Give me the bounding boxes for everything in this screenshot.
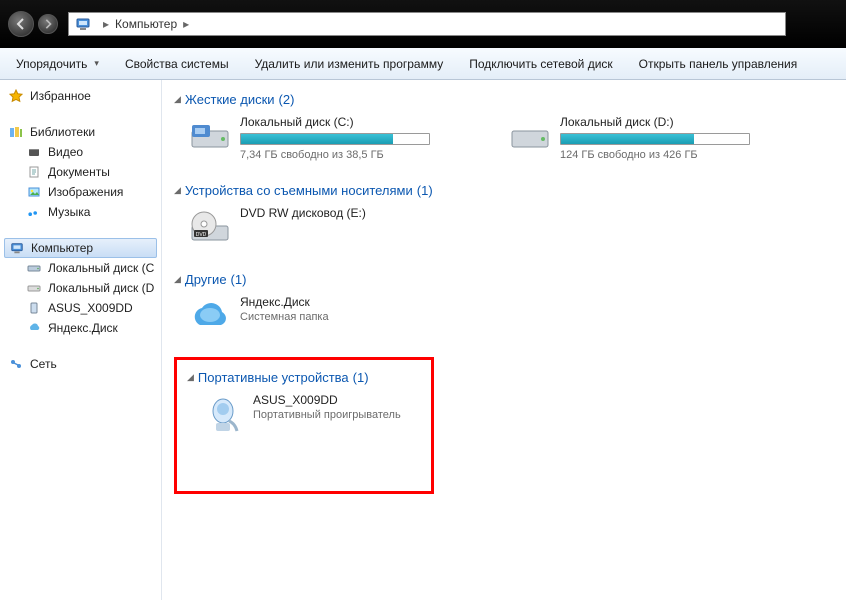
nav-forward-button[interactable] — [38, 14, 58, 34]
section-count: (1) — [231, 272, 247, 287]
hard-drive-icon — [188, 115, 232, 159]
section-other: ◢ Другие (1) Яндекс.Диск Системная папка — [174, 268, 834, 343]
sidebar-library-music[interactable]: Музыка — [0, 202, 161, 222]
section-header[interactable]: ◢ Устройства со съемными носителями (1) — [174, 179, 834, 202]
navigation-pane: Избранное Библиотеки Видео Документы Изо… — [0, 80, 162, 600]
svg-text:DVD: DVD — [196, 232, 207, 238]
collapse-icon: ◢ — [187, 372, 194, 383]
drive-yandex[interactable]: Яндекс.Диск Системная папка — [184, 291, 464, 343]
sidebar-libraries[interactable]: Библиотеки — [0, 122, 161, 142]
sidebar-label: Изображения — [48, 185, 123, 199]
libraries-icon — [8, 124, 24, 140]
sidebar-drive-asus[interactable]: ASUS_X009DD — [0, 298, 161, 318]
drive-name: Локальный диск (D:) — [560, 115, 750, 129]
section-title: Жесткие диски — [185, 92, 275, 107]
music-icon — [26, 204, 42, 220]
drive-c[interactable]: Локальный диск (C:) 7,34 ГБ свободно из … — [184, 111, 464, 165]
section-title: Другие — [185, 272, 227, 287]
sidebar-label: Избранное — [30, 89, 91, 103]
open-control-panel-button[interactable]: Открыть панель управления — [629, 53, 808, 75]
sidebar-library-pictures[interactable]: Изображения — [0, 182, 161, 202]
cloud-folder-icon — [188, 295, 232, 339]
drive-name: Локальный диск (C:) — [240, 115, 430, 129]
sidebar-drive-d[interactable]: Локальный диск (D — [0, 278, 161, 298]
section-count: (1) — [353, 370, 369, 385]
capacity-bar — [240, 133, 430, 145]
drive-free-text: 124 ГБ свободно из 426 ГБ — [560, 149, 750, 161]
video-icon — [26, 144, 42, 160]
sidebar-favorites[interactable]: Избранное — [0, 86, 161, 106]
section-count: (1) — [417, 183, 433, 198]
documents-icon — [26, 164, 42, 180]
cloud-icon — [26, 320, 42, 336]
collapse-icon: ◢ — [174, 274, 181, 285]
chevron-right-icon[interactable]: ▸ — [177, 17, 195, 31]
window-titlebar: ▸ Компьютер ▸ — [0, 0, 846, 48]
map-network-drive-button[interactable]: Подключить сетевой диск — [459, 53, 622, 75]
collapse-icon: ◢ — [174, 94, 181, 105]
portable-player-icon — [201, 393, 245, 437]
section-header[interactable]: ◢ Другие (1) — [174, 268, 834, 291]
section-hard-drives: ◢ Жесткие диски (2) Локальный диск (C:) … — [174, 88, 834, 165]
drive-icon — [26, 280, 42, 296]
sidebar-label: Видео — [48, 145, 83, 159]
drive-d[interactable]: Локальный диск (D:) 124 ГБ свободно из 4… — [504, 111, 784, 165]
system-properties-button[interactable]: Свойства системы — [115, 53, 239, 75]
section-header[interactable]: ◢ Жесткие диски (2) — [174, 88, 834, 111]
section-count: (2) — [279, 92, 295, 107]
section-portable: ◢ Портативные устройства (1) ASUS_X009DD… — [187, 366, 421, 441]
titlebar-extra — [798, 4, 838, 44]
nav-back-button[interactable] — [8, 11, 34, 37]
sidebar-label: Сеть — [30, 357, 57, 371]
star-icon — [8, 88, 24, 104]
sidebar-label: Библиотеки — [30, 125, 95, 139]
sidebar-library-documents[interactable]: Документы — [0, 162, 161, 182]
capacity-bar — [560, 133, 750, 145]
content-pane: ◢ Жесткие диски (2) Локальный диск (C:) … — [162, 80, 846, 600]
sidebar-label: Локальный диск (C — [48, 261, 154, 275]
command-bar: Упорядочить Свойства системы Удалить или… — [0, 48, 846, 80]
drive-name: Яндекс.Диск — [240, 295, 329, 309]
computer-icon — [9, 240, 25, 256]
drive-icon — [26, 260, 42, 276]
sidebar-label: Документы — [48, 165, 110, 179]
device-subtitle: Портативный проигрыватель — [253, 409, 401, 421]
chevron-right-icon[interactable]: ▸ — [97, 17, 115, 31]
sidebar-library-video[interactable]: Видео — [0, 142, 161, 162]
collapse-icon: ◢ — [174, 185, 181, 196]
sidebar-yandex-disk[interactable]: Яндекс.Диск — [0, 318, 161, 338]
section-removable: ◢ Устройства со съемными носителями (1) … — [174, 179, 834, 254]
drive-subtitle: Системная папка — [240, 311, 329, 323]
sidebar-network[interactable]: Сеть — [0, 354, 161, 374]
hard-drive-icon — [508, 115, 552, 159]
sidebar-drive-c[interactable]: Локальный диск (C — [0, 258, 161, 278]
drive-dvd[interactable]: DVD DVD RW дисковод (E:) — [184, 202, 464, 254]
address-bar[interactable]: ▸ Компьютер ▸ — [68, 12, 786, 36]
section-title: Устройства со съемными носителями — [185, 183, 413, 198]
device-icon — [26, 300, 42, 316]
device-asus[interactable]: ASUS_X009DD Портативный проигрыватель — [197, 389, 405, 441]
sidebar-label: Компьютер — [31, 241, 93, 255]
highlight-rectangle: ◢ Портативные устройства (1) ASUS_X009DD… — [174, 357, 434, 494]
device-name: ASUS_X009DD — [253, 393, 401, 407]
drive-name: DVD RW дисковод (E:) — [240, 206, 366, 220]
sidebar-label: Яндекс.Диск — [48, 321, 118, 335]
computer-icon — [73, 14, 93, 34]
dvd-drive-icon: DVD — [188, 206, 232, 250]
section-header[interactable]: ◢ Портативные устройства (1) — [187, 366, 421, 389]
network-icon — [8, 356, 24, 372]
app-icon-1 — [798, 4, 838, 44]
sidebar-label: Локальный диск (D — [48, 281, 154, 295]
drive-free-text: 7,34 ГБ свободно из 38,5 ГБ — [240, 149, 430, 161]
sidebar-computer[interactable]: Компьютер — [4, 238, 157, 258]
organize-menu[interactable]: Упорядочить — [6, 53, 109, 75]
section-title: Портативные устройства — [198, 370, 349, 385]
sidebar-label: ASUS_X009DD — [48, 301, 133, 315]
breadcrumb-computer[interactable]: Компьютер — [115, 17, 177, 31]
sidebar-label: Музыка — [48, 205, 90, 219]
uninstall-program-button[interactable]: Удалить или изменить программу — [245, 53, 454, 75]
pictures-icon — [26, 184, 42, 200]
